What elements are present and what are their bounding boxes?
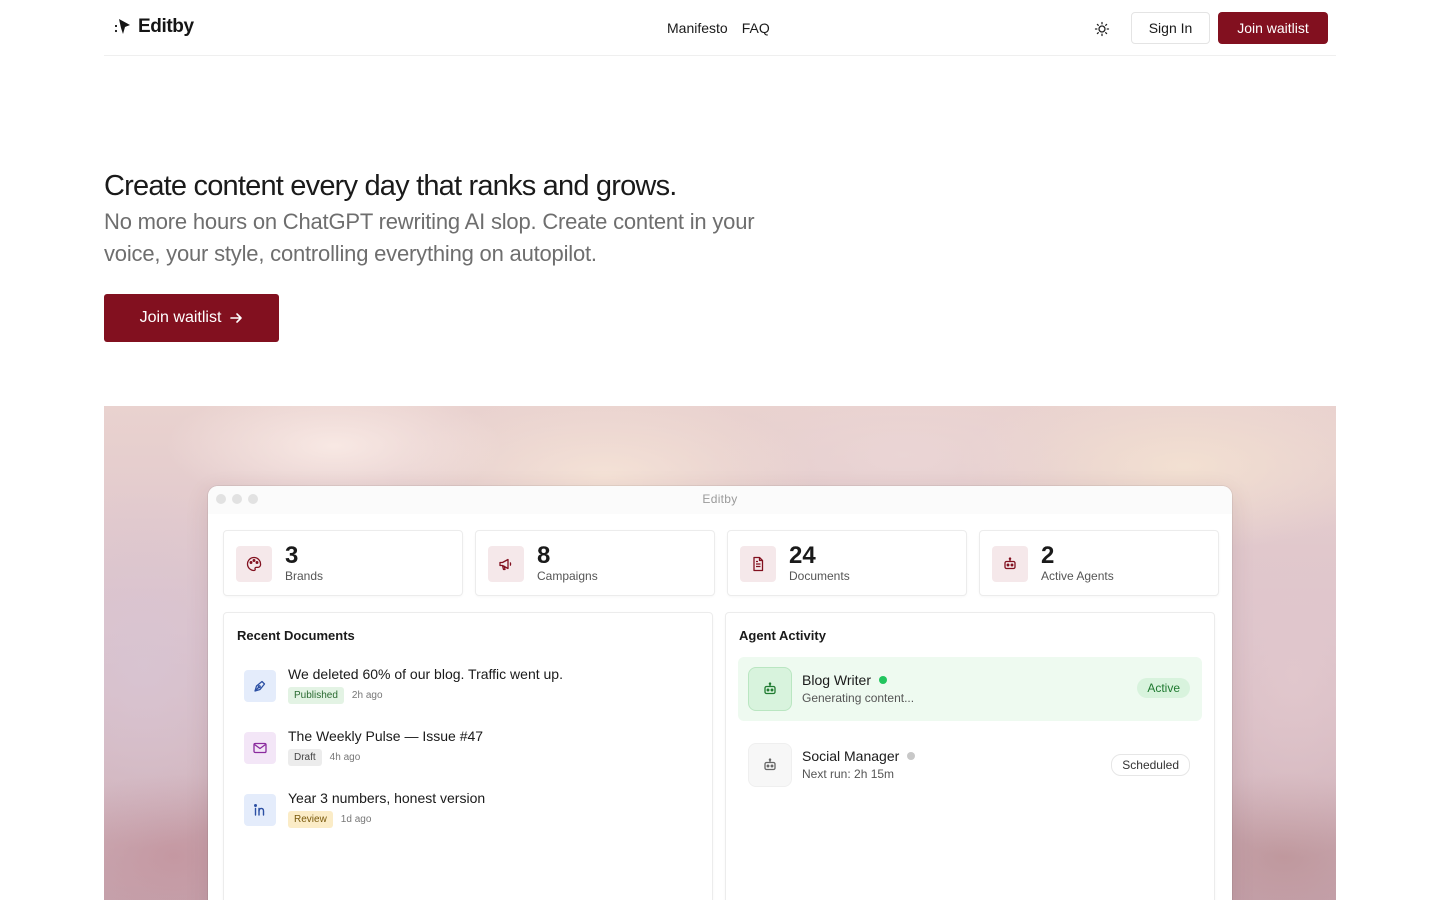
status-dot-idle [907, 752, 916, 760]
hero-cta-label: Join waitlist [139, 309, 222, 326]
stat-card-active-agents[interactable]: 2 Active Agents [979, 530, 1219, 596]
join-waitlist-nav-button[interactable]: Join waitlist [1218, 12, 1328, 44]
stat-value: 2 [1041, 542, 1055, 569]
stat-value: 3 [285, 542, 299, 569]
mail-icon [244, 732, 276, 764]
agent-name: Social Manager [802, 748, 916, 764]
linkedin-icon [244, 794, 276, 826]
status-badge: Published [288, 687, 344, 704]
recent-documents-panel: Recent Documents We deleted 60% of our b… [223, 612, 713, 900]
hero-subtitle: No more hours on ChatGPT rewriting AI sl… [104, 209, 755, 266]
window-titlebar: Editby [208, 486, 1232, 514]
top-nav: Editby Manifesto FAQ Sign In Join waitli… [104, 0, 1336, 56]
agent-name-text: Social Manager [802, 748, 900, 764]
agent-name: Blog Writer [802, 672, 887, 688]
document-title: The Weekly Pulse — Issue #47 [288, 728, 484, 744]
app-window: Editby 3 Brands 8 Campaigns 24 Documents… [208, 486, 1232, 900]
stat-value: 24 [789, 542, 816, 569]
agent-detail: Next run: 2h 15m [802, 767, 895, 781]
hero-showcase: Editby 3 Brands 8 Campaigns 24 Documents… [104, 406, 1336, 900]
document-time: 4h ago [329, 752, 361, 763]
document-title: We deleted 60% of our blog. Traffic went… [288, 666, 563, 682]
document-meta: Published 2h ago [288, 687, 383, 704]
nav-link-manifesto[interactable]: Manifesto [667, 20, 728, 36]
panel-title: Recent Documents [237, 628, 355, 643]
status-dot-active [878, 676, 887, 684]
list-item[interactable]: Year 3 numbers, honest version Review 1d… [244, 790, 684, 830]
megaphone-icon [488, 546, 524, 582]
logo-text: Editby [138, 16, 194, 37]
list-item[interactable]: The Weekly Pulse — Issue #47 Draft 4h ag… [244, 728, 684, 768]
stat-card-campaigns[interactable]: 8 Campaigns [475, 530, 715, 596]
bot-icon [748, 667, 792, 711]
agent-row-social-manager[interactable]: Social Manager Next run: 2h 15m Schedule… [738, 733, 1202, 797]
agent-name-text: Blog Writer [802, 672, 871, 688]
join-waitlist-hero-button[interactable]: Join waitlist [104, 294, 279, 342]
stat-card-brands[interactable]: 3 Brands [223, 530, 463, 596]
stats-row: 3 Brands 8 Campaigns 24 Documents 2 Acti… [223, 530, 1219, 596]
document-title: Year 3 numbers, honest version [288, 790, 486, 806]
hero-title: Create content every day that ranks and … [104, 170, 677, 202]
pen-icon [244, 670, 276, 702]
agent-detail: Generating content... [802, 691, 915, 705]
stat-label: Campaigns [537, 569, 598, 583]
list-item[interactable]: We deleted 60% of our blog. Traffic went… [244, 666, 684, 706]
document-meta: Review 1d ago [288, 811, 371, 828]
document-time: 1d ago [340, 814, 372, 825]
status-badge: Scheduled [1111, 754, 1190, 776]
bot-icon [748, 743, 792, 787]
document-time: 2h ago [351, 690, 383, 701]
panel-title: Agent Activity [739, 628, 826, 643]
agent-activity-panel: Agent Activity Blog Writer Generating co… [725, 612, 1215, 900]
arrow-right-icon [230, 313, 243, 323]
logo[interactable]: Editby [112, 16, 194, 38]
agent-row-blog-writer[interactable]: Blog Writer Generating content... Active [738, 657, 1202, 721]
sign-in-button[interactable]: Sign In [1131, 12, 1210, 44]
stat-label: Active Agents [1041, 569, 1114, 583]
status-badge: Review [288, 811, 333, 828]
window-title: Editby [702, 492, 738, 506]
status-badge: Active [1137, 678, 1190, 698]
stat-card-documents[interactable]: 24 Documents [727, 530, 967, 596]
sun-icon [1094, 21, 1110, 37]
theme-toggle-button[interactable] [1090, 17, 1114, 41]
logo-icon [114, 19, 130, 34]
stat-value: 8 [537, 542, 551, 569]
stat-label: Documents [789, 569, 850, 583]
stat-label: Brands [285, 569, 324, 583]
bot-icon [992, 546, 1028, 582]
document-icon [740, 546, 776, 582]
palette-icon [236, 546, 272, 582]
nav-links: Manifesto FAQ [667, 20, 770, 36]
document-meta: Draft 4h ago [288, 749, 360, 766]
nav-link-faq[interactable]: FAQ [742, 20, 770, 36]
status-badge: Draft [288, 749, 322, 766]
